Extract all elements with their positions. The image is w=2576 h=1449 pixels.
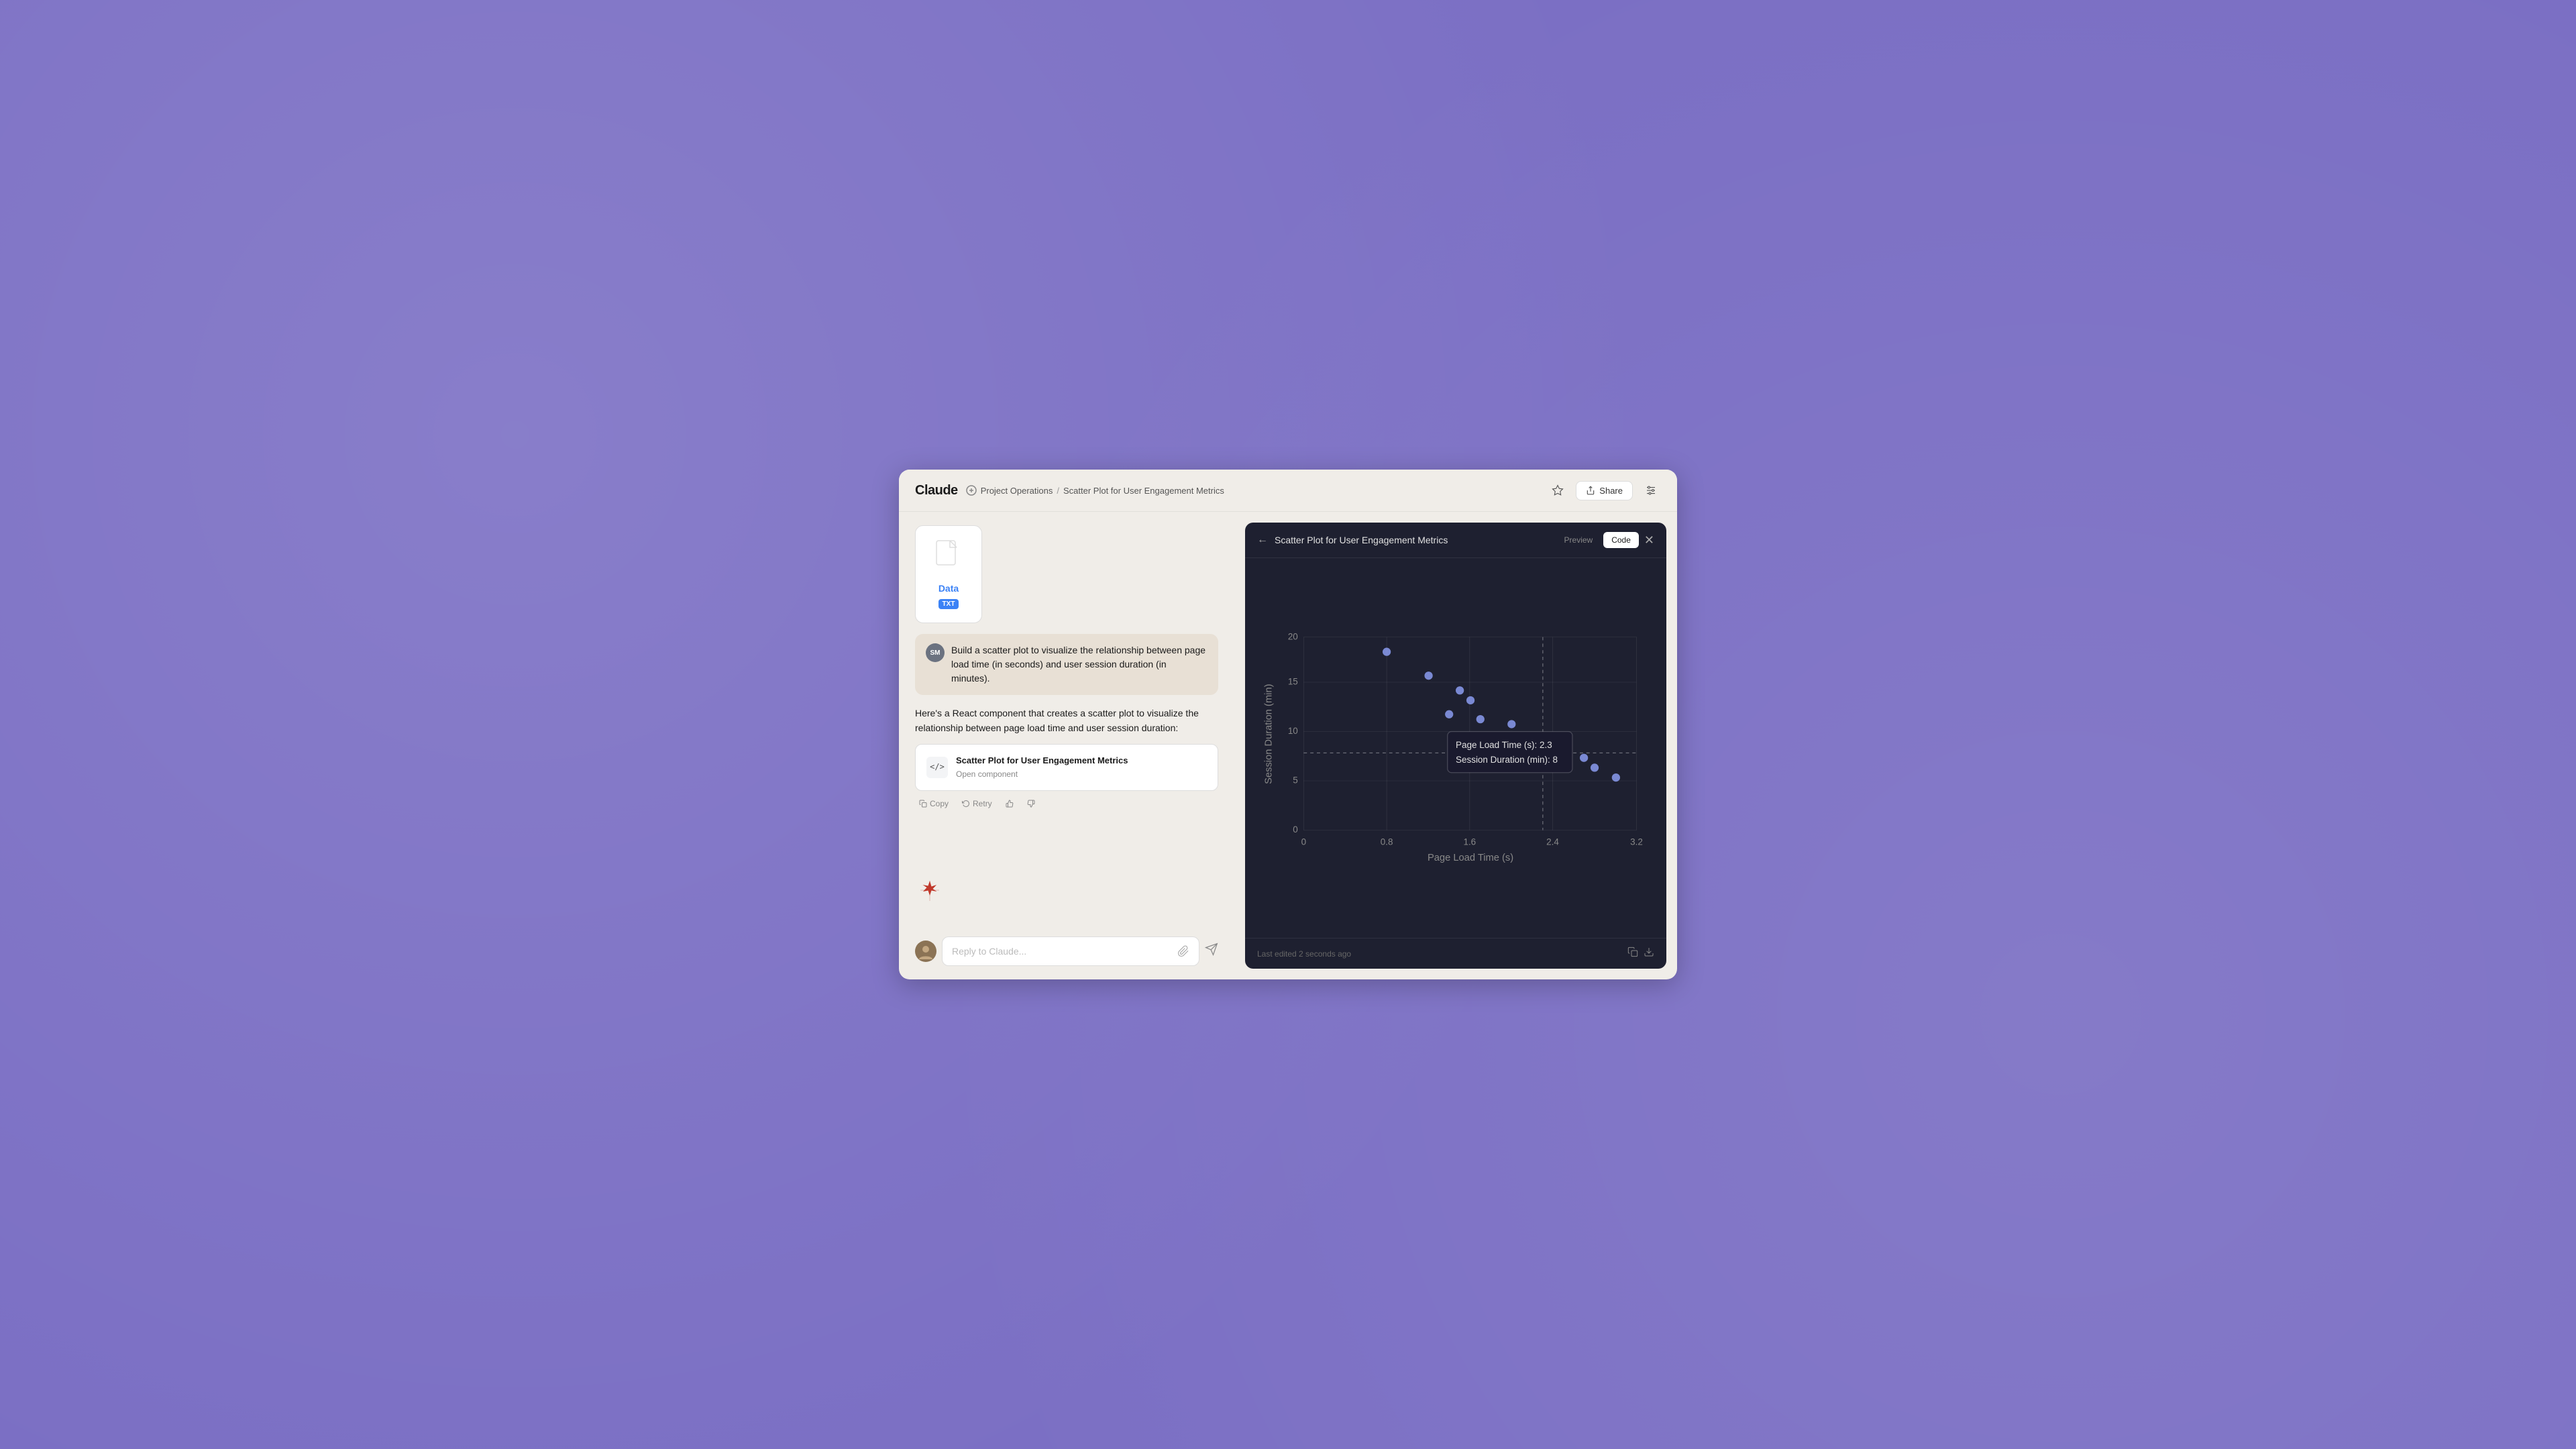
claude-asterisk <box>919 879 941 906</box>
svg-text:Session Duration (min): 8: Session Duration (min): 8 <box>1456 755 1558 765</box>
back-button[interactable]: ← <box>1257 534 1268 546</box>
copy-preview-icon <box>1627 947 1638 957</box>
file-name: Data <box>938 583 959 594</box>
thumbs-down-icon <box>1027 800 1035 808</box>
header: Claude Project Operations / Scatter Plot… <box>899 470 1677 512</box>
breadcrumb-project[interactable]: Project Operations <box>981 486 1053 496</box>
share-label: Share <box>1599 486 1623 496</box>
chat-panel: Data TXT SM Build a scatter plot to visu… <box>899 512 1234 979</box>
component-title: Scatter Plot for User Engagement Metrics <box>956 754 1207 768</box>
chart-area: 0 5 10 15 20 0 0.8 1.6 2.4 3.2 <box>1245 558 1666 938</box>
retry-label: Retry <box>973 799 992 808</box>
file-icon <box>935 539 962 578</box>
settings-icon <box>1645 484 1657 496</box>
message-actions: Copy Retry <box>915 796 1218 811</box>
svg-text:0.8: 0.8 <box>1381 837 1393 847</box>
retry-icon <box>962 800 970 808</box>
component-subtitle: Open component <box>956 768 1207 781</box>
svg-text:Session Duration (min): Session Duration (min) <box>1264 684 1275 784</box>
breadcrumb-page: Scatter Plot for User Engagement Metrics <box>1063 486 1224 496</box>
svg-text:5: 5 <box>1293 775 1298 786</box>
file-badge: TXT <box>938 599 959 609</box>
code-icon: </> <box>926 757 948 778</box>
preview-tabs: Preview Code <box>1556 532 1639 548</box>
header-right: Share <box>1548 480 1661 500</box>
preview-title: Scatter Plot for User Engagement Metrics <box>1275 535 1448 545</box>
file-card[interactable]: Data TXT <box>915 525 982 623</box>
svg-text:0: 0 <box>1293 824 1298 835</box>
input-area: Reply to Claude... <box>915 928 1218 966</box>
component-card[interactable]: </> Scatter Plot for User Engagement Met… <box>915 744 1218 791</box>
download-icon <box>1644 947 1654 957</box>
preview-footer: Last edited 2 seconds ago <box>1245 938 1666 969</box>
download-button[interactable] <box>1644 947 1654 961</box>
copy-icon <box>919 800 927 808</box>
thumbs-up-icon <box>1006 800 1014 808</box>
last-edited-text: Last edited 2 seconds ago <box>1257 949 1351 959</box>
preview-panel: ← Scatter Plot for User Engagement Metri… <box>1234 512 1677 979</box>
copy-preview-button[interactable] <box>1627 947 1638 961</box>
svg-text:1.6: 1.6 <box>1463 837 1476 847</box>
user-avatar-small <box>915 941 936 962</box>
svg-text:Page Load Time (s): Page Load Time (s) <box>1428 853 1513 863</box>
close-button[interactable]: ✕ <box>1644 533 1654 547</box>
reply-placeholder: Reply to Claude... <box>952 946 1026 957</box>
svg-text:3.2: 3.2 <box>1630 837 1643 847</box>
svg-text:10: 10 <box>1288 726 1298 736</box>
reply-input-box[interactable]: Reply to Claude... <box>942 936 1199 966</box>
scatter-chart: 0 5 10 15 20 0 0.8 1.6 2.4 3.2 <box>1258 572 1653 924</box>
user-avatar: SM <box>926 643 945 662</box>
copy-button[interactable]: Copy <box>915 796 953 811</box>
project-icon <box>966 485 977 496</box>
svg-text:Page Load Time (s): 2.3: Page Load Time (s): 2.3 <box>1456 740 1552 750</box>
svg-text:15: 15 <box>1288 677 1298 687</box>
breadcrumb: Project Operations / Scatter Plot for Us… <box>966 485 1224 496</box>
user-message: SM Build a scatter plot to visualize the… <box>915 634 1218 695</box>
share-button[interactable]: Share <box>1576 481 1633 500</box>
tab-preview[interactable]: Preview <box>1556 532 1601 548</box>
preview-header: ← Scatter Plot for User Engagement Metri… <box>1245 523 1666 558</box>
preview-container: ← Scatter Plot for User Engagement Metri… <box>1245 523 1666 969</box>
assistant-text: Here's a React component that creates a … <box>915 706 1218 736</box>
settings-button[interactable] <box>1641 480 1661 500</box>
svg-text:2.4: 2.4 <box>1546 837 1559 847</box>
tab-code[interactable]: Code <box>1603 532 1639 548</box>
preview-title-row: ← Scatter Plot for User Engagement Metri… <box>1257 534 1448 546</box>
svg-text:20: 20 <box>1288 631 1298 641</box>
attachment-icon <box>1177 945 1189 957</box>
header-left: Claude Project Operations / Scatter Plot… <box>915 483 1224 498</box>
footer-actions <box>1627 947 1654 961</box>
star-button[interactable] <box>1548 480 1568 500</box>
user-message-text: Build a scatter plot to visualize the re… <box>951 643 1208 686</box>
svg-text:0: 0 <box>1301 837 1307 847</box>
retry-button[interactable]: Retry <box>958 796 996 811</box>
claude-logo-icon <box>919 879 941 901</box>
send-icon[interactable] <box>1205 943 1218 960</box>
thumbs-down-button[interactable] <box>1023 797 1039 810</box>
breadcrumb-sep: / <box>1057 486 1059 496</box>
assistant-message: Here's a React component that creates a … <box>915 706 1218 811</box>
copy-label: Copy <box>930 799 949 808</box>
content: Data TXT SM Build a scatter plot to visu… <box>899 512 1677 979</box>
thumbs-up-button[interactable] <box>1002 797 1018 810</box>
main-container: Claude Project Operations / Scatter Plot… <box>899 470 1677 979</box>
share-icon <box>1586 486 1595 495</box>
component-info: Scatter Plot for User Engagement Metrics… <box>956 754 1207 781</box>
input-row: Reply to Claude... <box>915 936 1218 966</box>
user-photo <box>916 942 935 961</box>
logo: Claude <box>915 483 958 498</box>
